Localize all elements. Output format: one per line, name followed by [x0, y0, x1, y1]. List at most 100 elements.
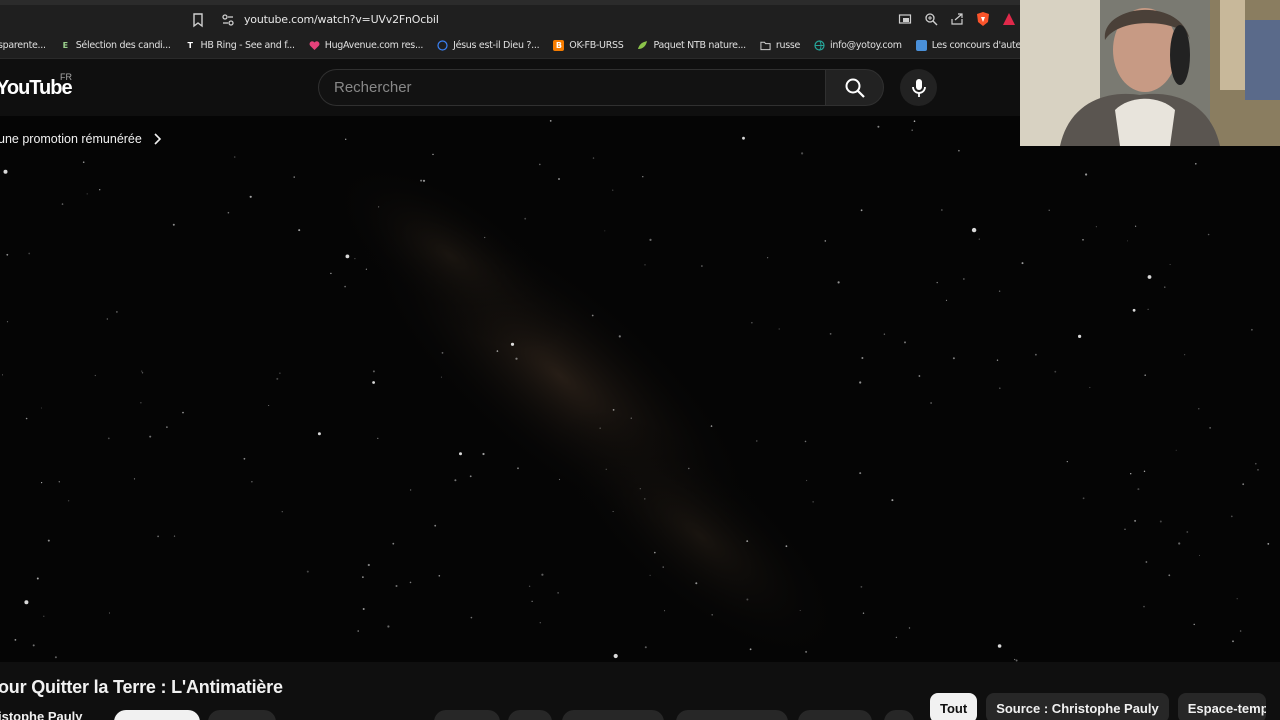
- star: [1230, 515, 1233, 518]
- star: [365, 268, 367, 270]
- star: [936, 281, 938, 284]
- star: [173, 535, 176, 537]
- subscribe-button[interactable]: [114, 710, 200, 720]
- bookmark-item[interactable]: Paquet NTB nature...: [630, 40, 752, 51]
- star: [558, 178, 560, 180]
- star: [613, 653, 618, 659]
- bookmark-item[interactable]: T HB Ring - See and f...: [178, 40, 302, 51]
- star: [141, 372, 144, 374]
- star: [1134, 519, 1137, 522]
- search-icon: [845, 78, 865, 98]
- search-box[interactable]: [318, 69, 825, 106]
- channel-name[interactable]: istophe Pauly: [0, 709, 83, 720]
- star: [592, 157, 595, 159]
- url-text[interactable]: youtube.com/watch?v=UVv2FnOcbiI: [244, 13, 439, 26]
- star: [541, 573, 544, 576]
- star: [1186, 531, 1189, 533]
- star: [515, 357, 518, 360]
- clip-button[interactable]: [798, 710, 872, 720]
- video-player[interactable]: une promotion rémunérée: [0, 116, 1280, 662]
- star: [1127, 240, 1129, 242]
- star: [41, 482, 43, 484]
- paid-promotion-notice[interactable]: une promotion rémunérée: [0, 132, 162, 146]
- star: [911, 129, 913, 131]
- youtube-logo[interactable]: YouTube FR: [0, 72, 73, 100]
- star: [141, 370, 143, 372]
- save-button[interactable]: [676, 710, 788, 720]
- bookmark-item[interactable]: HugAvenue.com res...: [302, 40, 430, 51]
- star: [883, 333, 886, 335]
- brave-rewards-icon[interactable]: [1000, 10, 1018, 28]
- bookmark-item[interactable]: Les concours d'aute...: [909, 40, 1020, 51]
- star: [434, 524, 437, 527]
- star: [612, 511, 614, 512]
- bookmark-item[interactable]: info@yotoy.com: [807, 40, 909, 51]
- bookmark-item[interactable]: E Sélection des candi...: [53, 40, 178, 51]
- star: [1144, 374, 1146, 377]
- star: [149, 435, 152, 438]
- star: [484, 236, 486, 239]
- site-settings-icon[interactable]: [220, 12, 236, 28]
- star: [701, 265, 703, 267]
- star: [746, 598, 749, 601]
- share-icon[interactable]: [948, 10, 966, 28]
- star: [945, 299, 948, 301]
- like-button[interactable]: [434, 710, 500, 720]
- star: [172, 223, 175, 226]
- star: [1130, 473, 1132, 475]
- star: [182, 411, 184, 414]
- star: [1132, 308, 1136, 312]
- star: [440, 376, 442, 378]
- share-button[interactable]: [562, 710, 664, 720]
- star: [1184, 354, 1186, 356]
- star: [941, 209, 943, 211]
- more-actions-button[interactable]: [884, 710, 914, 720]
- star: [227, 211, 230, 214]
- star: [1147, 308, 1149, 310]
- search-button[interactable]: [825, 69, 884, 106]
- zoom-icon[interactable]: [922, 10, 940, 28]
- star: [639, 488, 641, 490]
- bookmark-item[interactable]: Jésus est-il Dieu ?...: [430, 40, 546, 51]
- star: [756, 440, 758, 442]
- bookmark-item[interactable]: sparente...: [0, 40, 53, 51]
- star: [1143, 605, 1145, 608]
- bookmark-item[interactable]: B OK-FB-URSS: [546, 40, 630, 51]
- star: [778, 328, 780, 330]
- star: [36, 577, 39, 580]
- chip-espace-temps[interactable]: Espace-temps: [1177, 693, 1266, 720]
- star: [409, 489, 412, 491]
- star: [749, 648, 752, 651]
- star: [276, 377, 279, 380]
- star: [767, 257, 769, 259]
- bookmark-item[interactable]: russe: [753, 40, 807, 51]
- dislike-button[interactable]: [508, 710, 552, 720]
- star: [293, 176, 295, 178]
- chip-all[interactable]: Tout: [930, 693, 978, 720]
- star: [2, 374, 3, 376]
- cast-icon[interactable]: [896, 10, 914, 28]
- star: [362, 576, 364, 578]
- bookmark-icon[interactable]: [190, 12, 206, 28]
- notification-bell-button[interactable]: [208, 710, 276, 720]
- star: [642, 176, 644, 178]
- star: [470, 616, 473, 619]
- search-input[interactable]: [319, 70, 825, 105]
- star: [860, 586, 863, 588]
- star: [1267, 543, 1270, 545]
- star: [362, 608, 365, 610]
- star: [998, 290, 1001, 292]
- star: [454, 479, 457, 482]
- bookmark-label: Sélection des candi...: [75, 40, 171, 51]
- voice-search-button[interactable]: [900, 69, 937, 106]
- star: [28, 252, 31, 255]
- star: [558, 478, 561, 481]
- star: [25, 417, 28, 420]
- address-bar[interactable]: youtube.com/watch?v=UVv2FnOcbiI: [0, 5, 1020, 33]
- star: [6, 253, 9, 256]
- brave-shield-icon[interactable]: [974, 10, 992, 28]
- star: [441, 352, 444, 354]
- chip-source[interactable]: Source : Christophe Pauly: [986, 693, 1169, 720]
- video-title: our Quitter la Terre : L'Antimatière: [0, 677, 283, 697]
- star: [61, 203, 64, 205]
